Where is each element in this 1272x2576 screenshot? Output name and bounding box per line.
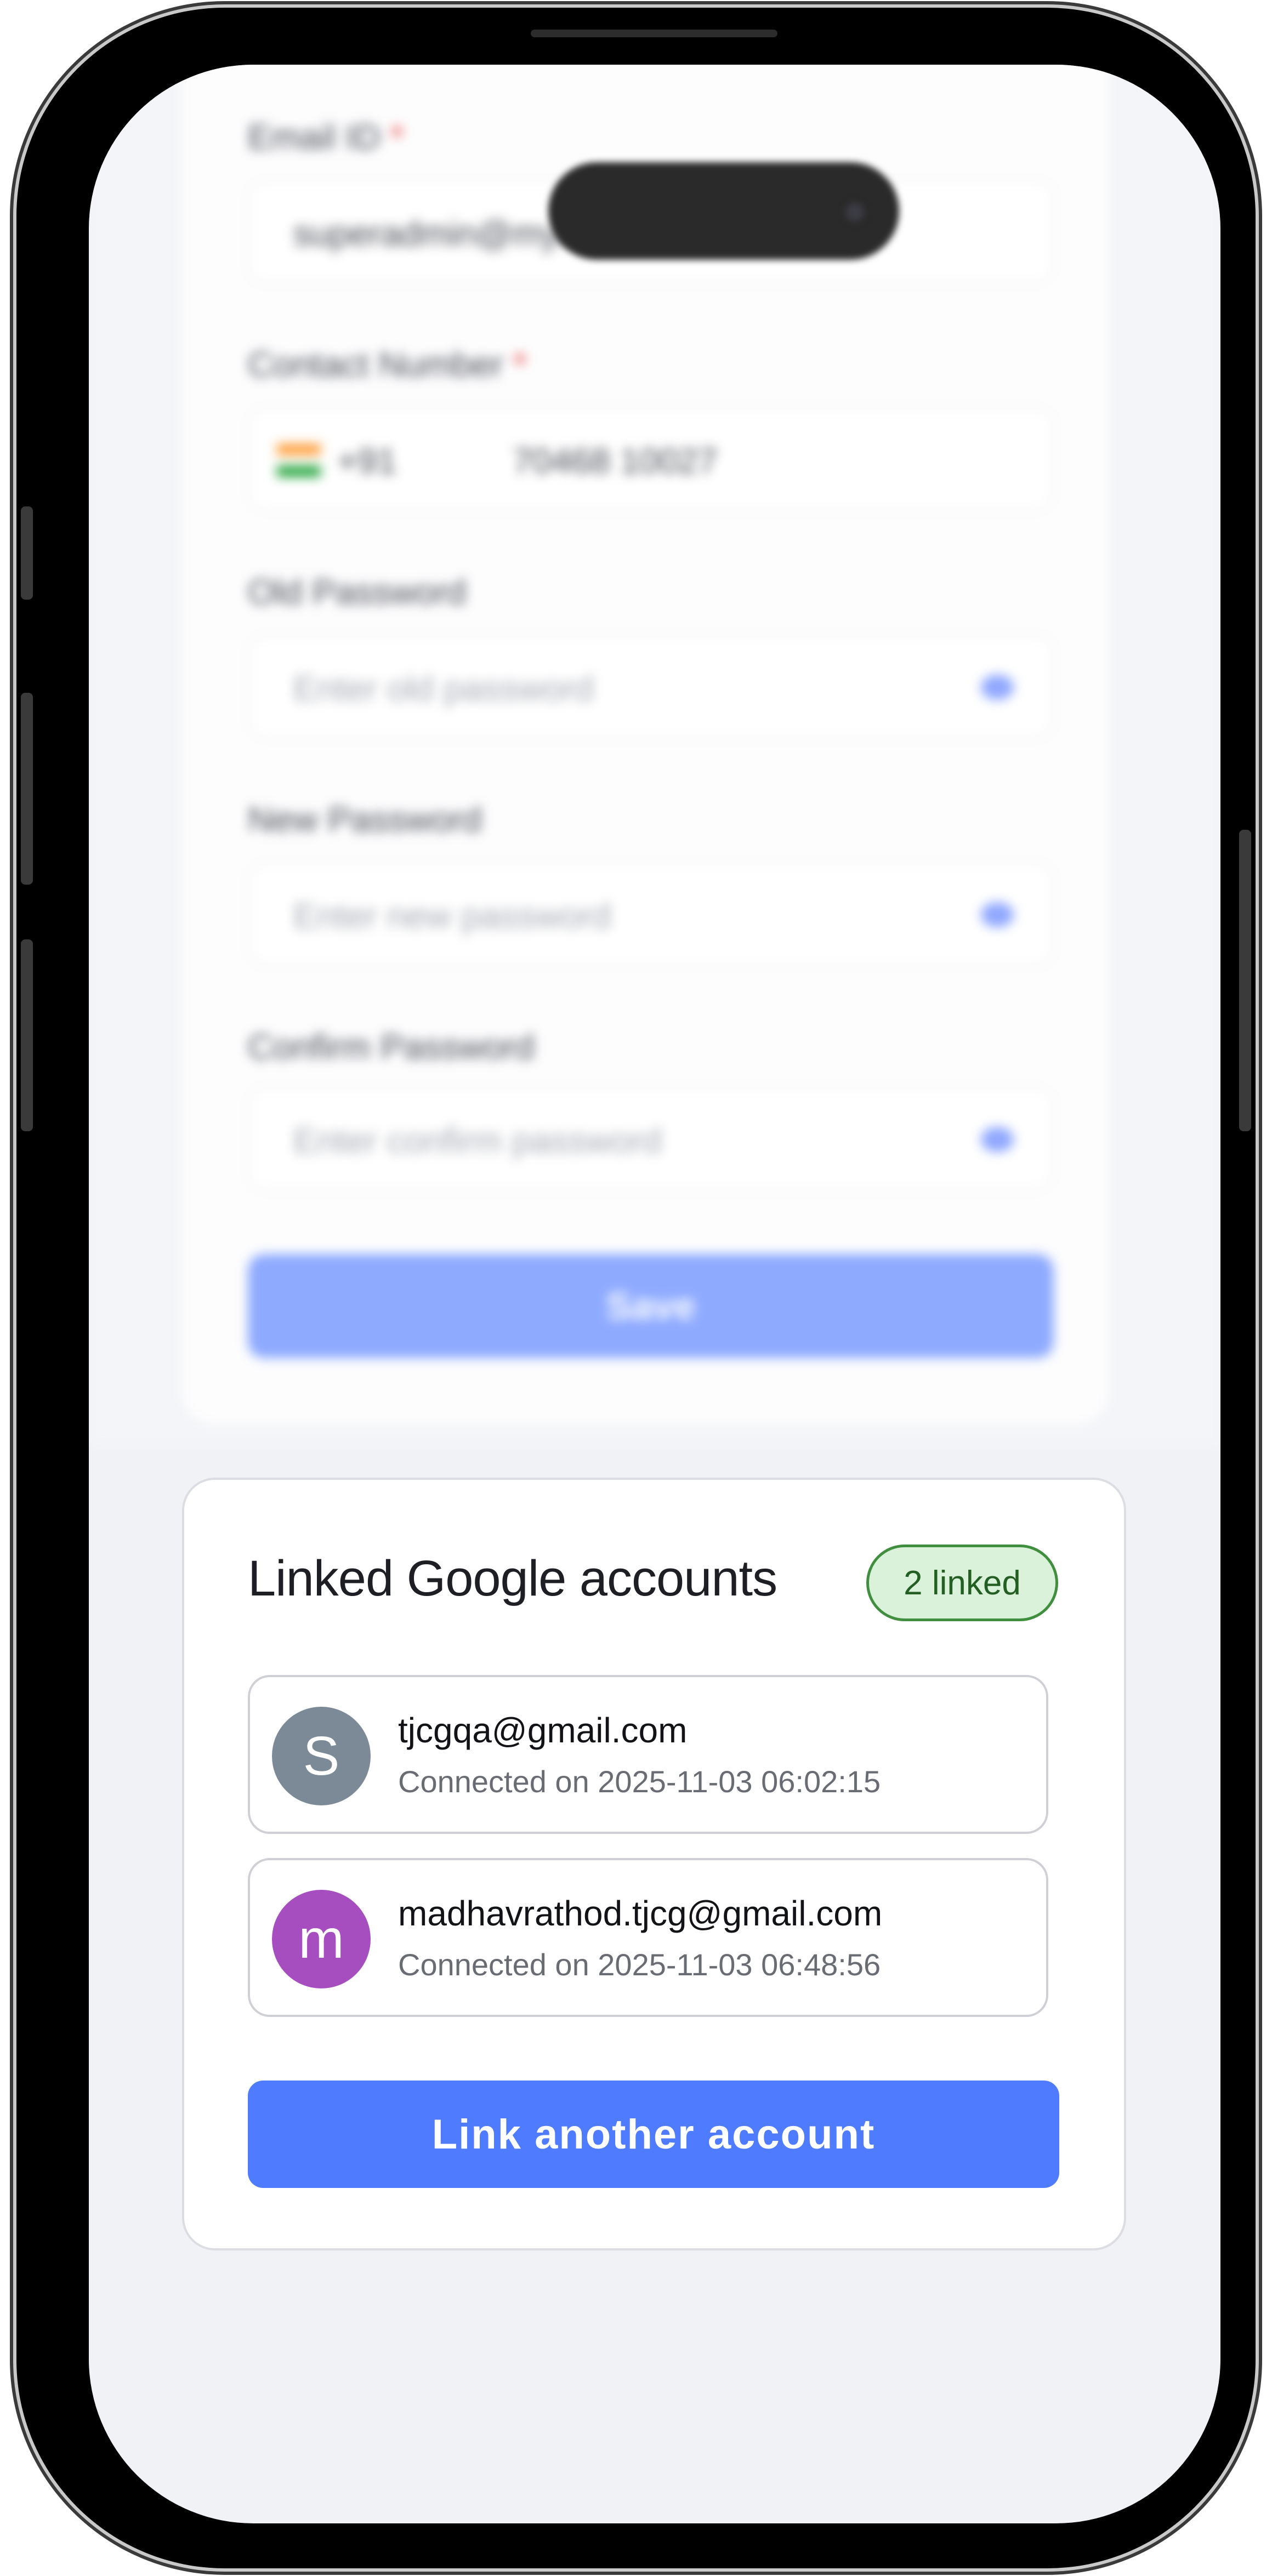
contact-label: Contact Number * <box>248 344 527 385</box>
linked-count-badge: 2 linked <box>866 1545 1058 1621</box>
old-password-label: Old Password <box>248 572 467 612</box>
eye-icon[interactable] <box>981 1127 1014 1152</box>
email-label: Email ID * <box>248 117 404 157</box>
confirm-password-label: Confirm Password <box>248 1027 535 1067</box>
eye-icon[interactable] <box>981 675 1014 700</box>
blurred-profile-form: Email ID * superadmin@myinkstone.in Cont… <box>89 65 1220 1446</box>
new-password-label: New Password <box>248 800 482 839</box>
phone-frame: Email ID * superadmin@myinkstone.in Cont… <box>16 8 1256 2568</box>
power-button <box>1239 830 1251 1131</box>
country-code: +91 <box>337 441 397 481</box>
new-password-placeholder: Enter new password <box>293 896 611 936</box>
linked-accounts-card: Linked Google accounts 2 linked S tjcgqa… <box>182 1478 1126 2250</box>
email-label-text: Email ID <box>248 117 381 157</box>
link-another-account-button[interactable]: Link another account <box>248 2081 1059 2188</box>
old-password-placeholder: Enter old password <box>293 669 594 708</box>
avatar: S <box>272 1707 371 1805</box>
contact-field[interactable]: +91 70468 10027 <box>248 407 1054 511</box>
linked-accounts-title: Linked Google accounts <box>248 1551 777 1606</box>
required-mark: * <box>390 117 404 157</box>
account-email: madhavrathod.tjcg@gmail.com <box>398 1894 883 1933</box>
linked-account-item[interactable]: S tjcgqa@gmail.com Connected on 2025-11-… <box>248 1675 1048 1834</box>
old-password-field[interactable]: Enter old password <box>248 635 1054 739</box>
speaker-grille <box>531 30 777 37</box>
new-password-field[interactable]: Enter new password <box>248 862 1054 966</box>
confirm-password-field[interactable]: Enter confirm password <box>248 1087 1054 1191</box>
action-button <box>21 506 33 600</box>
save-button[interactable]: Save <box>248 1254 1054 1358</box>
linked-account-item[interactable]: m madhavrathod.tjcg@gmail.com Connected … <box>248 1858 1048 2017</box>
india-flag-icon[interactable] <box>277 444 321 477</box>
volume-down-button <box>21 939 33 1131</box>
account-connected-date: Connected on 2025-11-03 06:48:56 <box>398 1947 881 1982</box>
avatar: m <box>272 1890 371 1988</box>
account-connected-date: Connected on 2025-11-03 06:02:15 <box>398 1764 881 1799</box>
eye-icon[interactable] <box>981 902 1014 927</box>
account-email: tjcgqa@gmail.com <box>398 1711 688 1750</box>
camera-dot <box>845 203 864 221</box>
screen: Email ID * superadmin@myinkstone.in Cont… <box>89 65 1220 2523</box>
phone-value: 70468 10027 <box>513 441 718 481</box>
confirm-password-placeholder: Enter confirm password <box>293 1121 662 1160</box>
volume-up-button <box>21 693 33 885</box>
contact-label-text: Contact Number <box>248 345 503 384</box>
required-mark: * <box>513 345 527 384</box>
